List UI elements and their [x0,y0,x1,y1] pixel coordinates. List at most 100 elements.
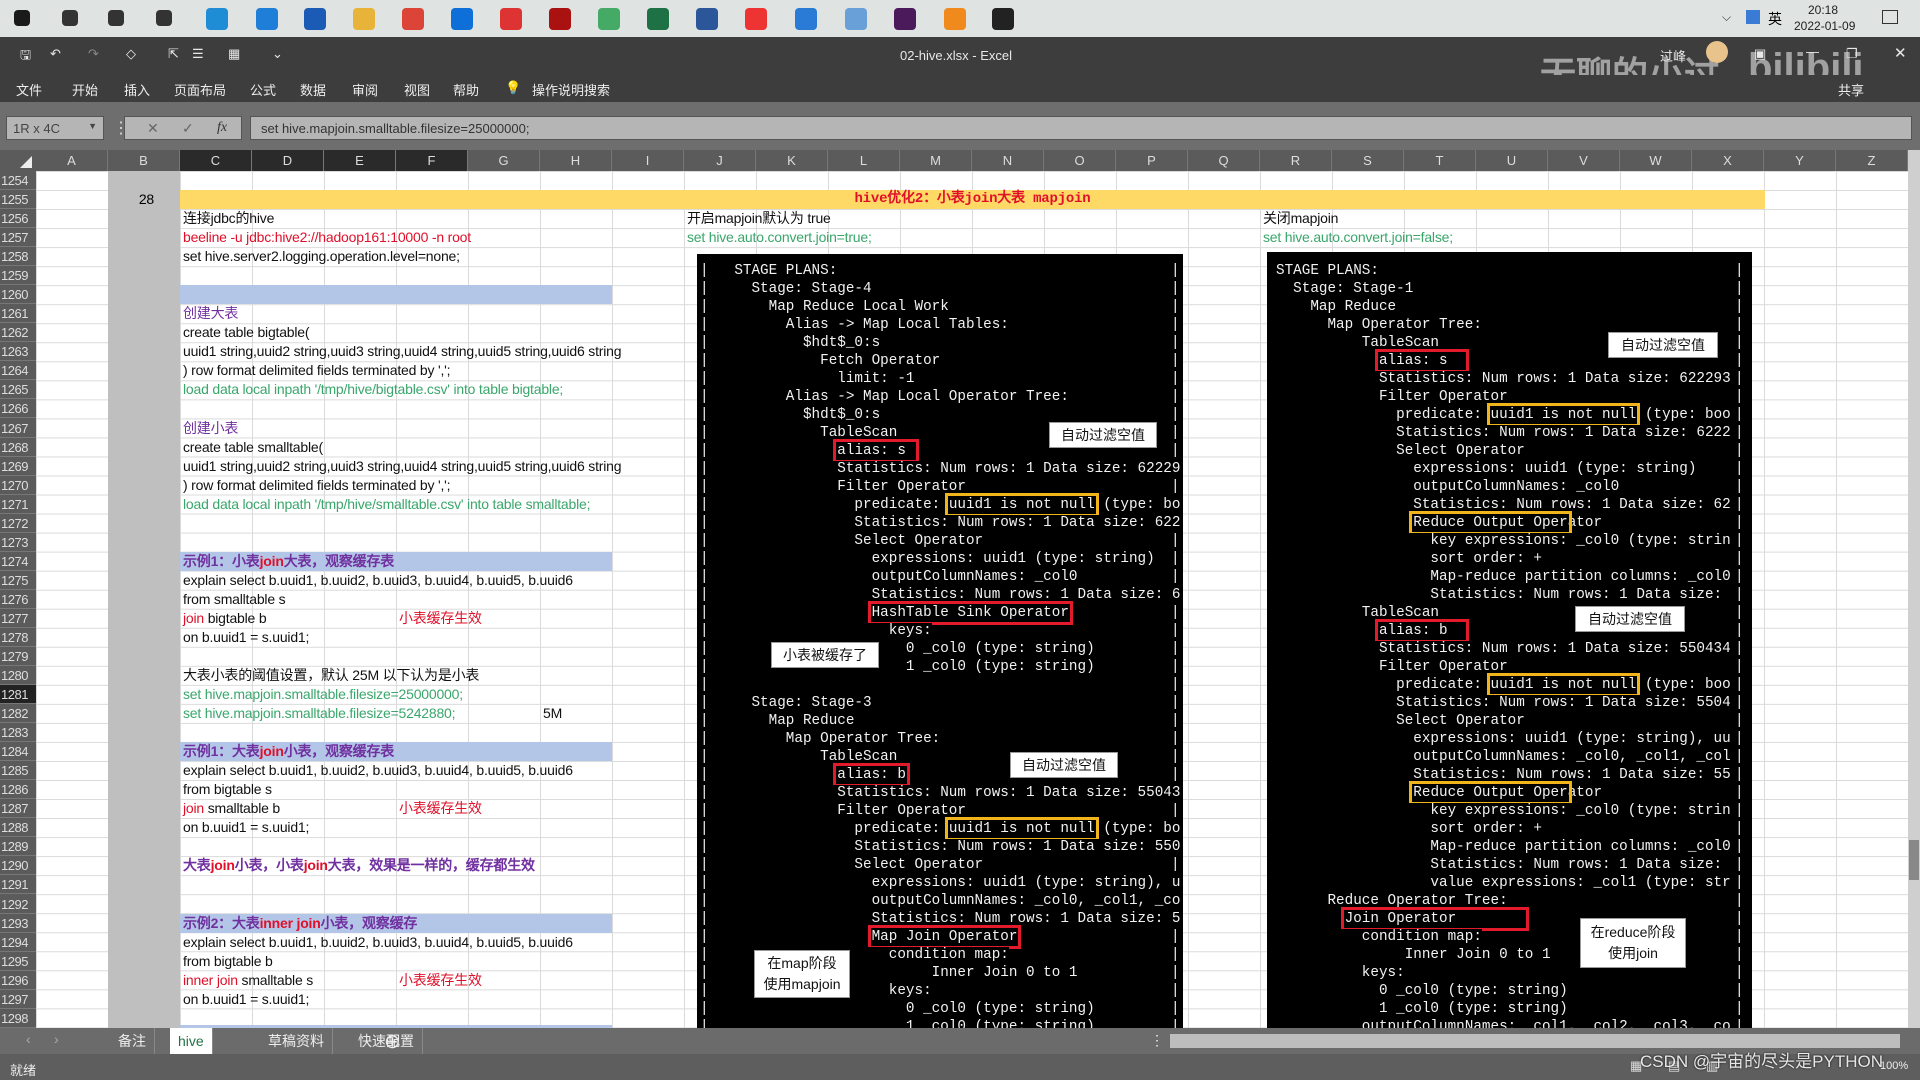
cell-F1277[interactable]: 小表缓存生效 [399,609,482,628]
close-icon[interactable]: ✕ [1894,44,1907,62]
row-header-1259[interactable]: 1259 [0,266,36,286]
row-header-1273[interactable]: 1273 [0,533,36,552]
chrome-icon[interactable] [402,8,424,30]
next-sheet-icon[interactable]: › [54,1031,59,1047]
vertical-scrollbar[interactable] [1908,150,1920,1028]
ribbon-display-icon[interactable]: ▣ [1754,46,1766,62]
row-header-1295[interactable]: 1295 [0,952,36,971]
menu-5[interactable]: 数据 [300,80,326,99]
column-header-X[interactable]: X [1692,150,1764,171]
scrollbar-thumb[interactable] [1909,840,1919,880]
row-header-1272[interactable]: 1272 [0,514,36,533]
format-painter-icon[interactable]: ◇ [126,46,136,62]
row-header-1285[interactable]: 1285 [0,761,36,781]
cell-C1286[interactable]: from bigtable s [183,780,272,799]
chevron-down-icon[interactable]: ▼ [88,121,97,131]
row-header-1282[interactable]: 1282 [0,704,36,724]
cell-C1290[interactable]: 大表join小表，小表join大表，效果是一样的，缓存都生效 [183,856,535,875]
column-header-C[interactable]: C [180,150,252,171]
cell-C1288[interactable]: on b.uuid1 = s.uuid1; [183,818,309,837]
cell-C1281[interactable]: set hive.mapjoin.smalltable.filesize=250… [183,685,463,704]
menu-0[interactable]: 文件 [16,80,42,99]
menu-8[interactable]: 帮助 [453,80,479,99]
insert-function-icon[interactable]: fx [217,120,227,136]
cell-C1269[interactable]: uuid1 string,uuid2 string,uuid3 string,u… [183,457,622,476]
row-header-1256[interactable]: 1256 [0,209,36,229]
cortana-icon[interactable] [108,10,124,26]
row-header-1260[interactable]: 1260 [0,285,36,305]
table-icon[interactable]: ▦ [228,46,240,62]
name-box[interactable]: 1R x 4C ▼ [6,116,104,140]
edge-icon[interactable] [206,8,228,30]
windows-start-icon[interactable] [14,10,30,26]
save-icon[interactable]: 🖫 [20,46,31,68]
row-header-1266[interactable]: 1266 [0,399,36,419]
row-header-1267[interactable]: 1267 [0,419,36,438]
column-header-U[interactable]: U [1476,150,1548,171]
menu-1[interactable]: 开始 [72,80,98,99]
cell-C1257[interactable]: beeline -u jdbc:hive2://hadoop161:10000 … [183,228,471,247]
menu-2[interactable]: 插入 [124,80,150,99]
column-header-L[interactable]: L [828,150,900,171]
align-icon[interactable]: ☰ [192,46,204,62]
enter-icon[interactable]: ✓ [182,120,194,137]
cell-C1261[interactable]: 创建大表 [183,304,238,323]
cell-C1270[interactable]: ) row format delimited fields terminated… [183,476,450,495]
row-header-1287[interactable]: 1287 [0,799,36,819]
red-app-icon[interactable] [549,8,571,30]
cell-J1257[interactable]: set hive.auto.convert.join=true; [687,228,872,247]
column-header-N[interactable]: N [972,150,1044,171]
add-sheet-button[interactable]: ⊕ [384,1029,401,1054]
cell-C1268[interactable]: create table smalltable( [183,438,323,457]
column-header-S[interactable]: S [1332,150,1404,171]
row-header-1293[interactable]: 1293 [0,914,36,933]
file-explorer-icon[interactable] [353,8,375,30]
menu-6[interactable]: 审阅 [352,80,378,99]
cell-R1257[interactable]: set hive.auto.convert.join=false; [1263,228,1453,247]
row-header-1297[interactable]: 1297 [0,990,36,1009]
cell-H1282[interactable]: 5M [543,704,562,723]
column-header-A[interactable]: A [36,150,108,171]
cell-C1295[interactable]: from bigtable b [183,952,273,971]
cell-F1296[interactable]: 小表缓存生效 [399,971,482,990]
tell-me-search[interactable]: 操作说明搜索 [532,80,610,99]
column-header-Y[interactable]: Y [1764,150,1836,171]
undo-icon[interactable]: ↶ [50,46,61,62]
zoom-level[interactable]: 100% [1880,1060,1908,1072]
restore-icon[interactable]: ❐ [1846,46,1858,62]
excel-icon[interactable] [647,8,669,30]
column-header-R[interactable]: R [1260,150,1332,171]
row-header-1288[interactable]: 1288 [0,818,36,838]
dark-app-icon[interactable] [992,8,1014,30]
column-header-K[interactable]: K [756,150,828,171]
row-header-1261[interactable]: 1261 [0,304,36,324]
user-name[interactable]: 过峰 [1660,46,1686,65]
cell-C1285[interactable]: explain select b.uuid1, b.uuid2, b.uuid3… [183,761,573,780]
row-header-1290[interactable]: 1290 [0,856,36,876]
sheet-tab-1[interactable]: hive [170,1028,213,1054]
row-header-1269[interactable]: 1269 [0,457,36,476]
column-header-J[interactable]: J [684,150,756,171]
redo-icon[interactable]: ↷ [88,46,99,62]
row-header-1265[interactable]: 1265 [0,380,36,400]
row-header-1292[interactable]: 1292 [0,895,36,914]
row-header-1279[interactable]: 1279 [0,647,36,666]
row-header-1286[interactable]: 1286 [0,780,36,800]
cell-C1284[interactable]: 示例1：大表join小表，观察缓存表 [183,742,394,761]
remote-app-icon[interactable] [598,8,620,30]
horizontal-scrollbar[interactable] [1170,1034,1900,1048]
premiere-icon[interactable] [894,8,916,30]
row-header-1254[interactable]: 1254 [0,171,36,190]
cell-R1256[interactable]: 关闭mapjoin [1263,209,1338,228]
column-header-V[interactable]: V [1548,150,1620,171]
row-header-1280[interactable]: 1280 [0,666,36,686]
row-header-1255[interactable]: 1255 [0,190,36,210]
column-header-W[interactable]: W [1620,150,1692,171]
row-header-1298[interactable]: 1298 [0,1009,36,1028]
row-header-1270[interactable]: 1270 [0,476,36,495]
cancel-icon[interactable]: ✕ [147,120,159,137]
column-header-O[interactable]: O [1044,150,1116,171]
row-header-1281[interactable]: 1281 [0,685,36,705]
cell-C1258[interactable]: set hive.server2.logging.operation.level… [183,247,460,266]
column-header-G[interactable]: G [468,150,540,171]
